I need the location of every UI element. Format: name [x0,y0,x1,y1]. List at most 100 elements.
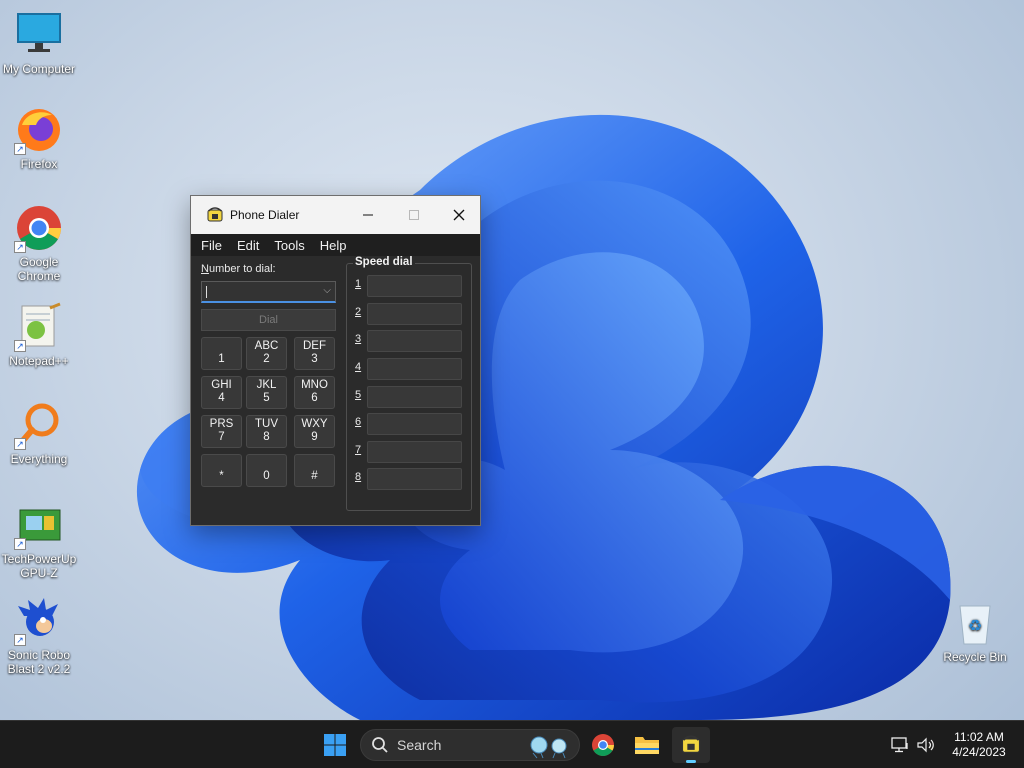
minimize-button[interactable] [345,196,391,234]
number-to-dial-label: Number to dial: [201,263,276,275]
desktop-icon-recycle-bin[interactable]: ♻ Recycle Bin [936,598,1014,664]
key-star[interactable]: * [201,454,242,487]
key-digit: * [219,470,224,482]
chrome-icon [592,734,614,756]
desktop-icon-chrome[interactable]: ↗ Google Chrome [0,203,78,283]
desktop-icon-firefox[interactable]: ↗ Firefox [0,105,78,171]
taskbar-file-explorer[interactable] [630,727,664,763]
speed-dial-number: 7 [355,444,362,456]
speed-dial-button-2[interactable] [367,303,462,325]
sonic-icon: ↗ [14,596,64,646]
key-letters: ABC [254,340,279,352]
desktop-icon-sonic[interactable]: ↗ Sonic Robo Blast 2 v2.2 [0,596,78,676]
menu-help[interactable]: Help [320,238,347,253]
desktop-icon-everything[interactable]: ↗ Everything [0,400,78,466]
desktop-icon-label: Sonic Robo Blast 2 v2.2 [7,648,71,676]
key-letters: JKL [256,379,277,391]
speed-dial-number: 6 [355,416,362,428]
text-caret [206,286,207,298]
speed-dial-button-8[interactable] [367,468,462,490]
desktop-icon-label: Firefox [20,157,58,171]
key-5[interactable]: JKL 5 [246,376,287,409]
key-digit: 2 [263,353,270,365]
menu-edit[interactable]: Edit [237,238,259,253]
taskbar-phone-dialer[interactable] [672,727,710,763]
key-0[interactable]: 0 [246,454,287,487]
shortcut-arrow-icon: ↗ [14,143,26,155]
desktop-icon-gpuz[interactable]: ↗ TechPowerUp GPU-Z [0,500,78,580]
speed-dial-button-7[interactable] [367,441,462,463]
key-2[interactable]: ABC 2 [246,337,287,370]
clock-date: 4/24/2023 [952,745,1006,759]
speed-dial-button-6[interactable] [367,413,462,435]
menu-file[interactable]: File [201,238,222,253]
notepadpp-icon: ↗ [14,302,64,352]
taskbar: Search 11:02 AM 4/24/2023 [0,720,1024,768]
search-label: Search [397,737,442,753]
phone-dialer-icon [681,735,701,753]
dialer-body: Number to dial: ⌵ Dial 1 ABC 2 DEF 3 GHI 4 … [191,256,480,525]
desktop-icon-label: Everything [10,452,68,466]
svg-text:♻: ♻ [968,616,982,635]
search-icon [372,737,388,753]
speed-dial-button-3[interactable] [367,330,462,352]
firefox-icon: ↗ [14,105,64,155]
gpuz-icon: ↗ [14,500,64,550]
speed-dial-button-5[interactable] [367,386,462,408]
start-button[interactable] [318,727,352,763]
tray-network[interactable] [888,727,912,763]
speed-dial-button-1[interactable] [367,275,462,297]
desktop-icon-notepadpp[interactable]: ↗ Notepad++ [0,302,78,368]
minimize-icon [363,214,373,216]
desktop-icon-my-computer[interactable]: My Computer [0,10,78,76]
window-title: Phone Dialer [230,208,300,222]
key-letters: GHI [211,379,232,391]
number-label-accelerator: N [201,263,209,275]
key-letters: PRS [209,418,234,430]
key-digit: 5 [263,392,270,404]
key-8[interactable]: TUV 8 [246,415,287,448]
key-7[interactable]: PRS 7 [201,415,242,448]
key-digit: 7 [218,431,225,443]
key-letters: DEF [303,340,326,352]
shortcut-arrow-icon: ↗ [14,340,26,352]
key-hash[interactable]: # [294,454,335,487]
monitor-icon [14,10,64,60]
chevron-down-icon[interactable]: ⌵ [323,285,331,296]
taskbar-chrome[interactable] [586,727,620,763]
taskbar-search[interactable]: Search [360,729,580,761]
recycle-bin-icon: ♻ [950,598,1000,648]
desktop-icon-label: TechPowerUp GPU-Z [1,552,77,580]
maximize-icon [409,210,419,220]
menu-tools[interactable]: Tools [274,238,304,253]
wallpaper [0,0,1024,720]
clock-time: 11:02 AM [954,730,1004,744]
number-to-dial-combobox[interactable]: ⌵ [201,281,336,303]
tray-volume[interactable] [914,727,938,763]
speed-dial-button-4[interactable] [367,358,462,380]
menu-bar: File Edit Tools Help [191,234,480,256]
key-3[interactable]: DEF 3 [294,337,335,370]
speed-dial-number: 4 [355,361,362,373]
chrome-icon: ↗ [14,203,64,253]
desktop-icon-label: My Computer [2,62,76,76]
title-bar[interactable]: Phone Dialer [191,196,480,234]
search-highlight-icon [530,736,567,759]
maximize-button[interactable] [391,196,437,234]
key-digit: 3 [311,353,318,365]
desktop-icon-label: Google Chrome [17,255,61,283]
key-9[interactable]: WXY 9 [294,415,335,448]
speed-dial-number: 2 [355,306,362,318]
network-icon [891,737,908,753]
shortcut-arrow-icon: ↗ [14,438,26,450]
key-4[interactable]: GHI 4 [201,376,242,409]
speed-dial-number: 1 [355,278,362,290]
taskbar-clock[interactable]: 11:02 AM 4/24/2023 [944,730,1014,760]
key-6[interactable]: MNO 6 [294,376,335,409]
close-button[interactable] [436,196,482,234]
dial-button[interactable]: Dial [201,309,336,331]
key-1[interactable]: 1 [201,337,242,370]
key-digit: 9 [311,431,318,443]
windows-logo-icon [324,734,346,756]
shortcut-arrow-icon: ↗ [14,634,26,646]
